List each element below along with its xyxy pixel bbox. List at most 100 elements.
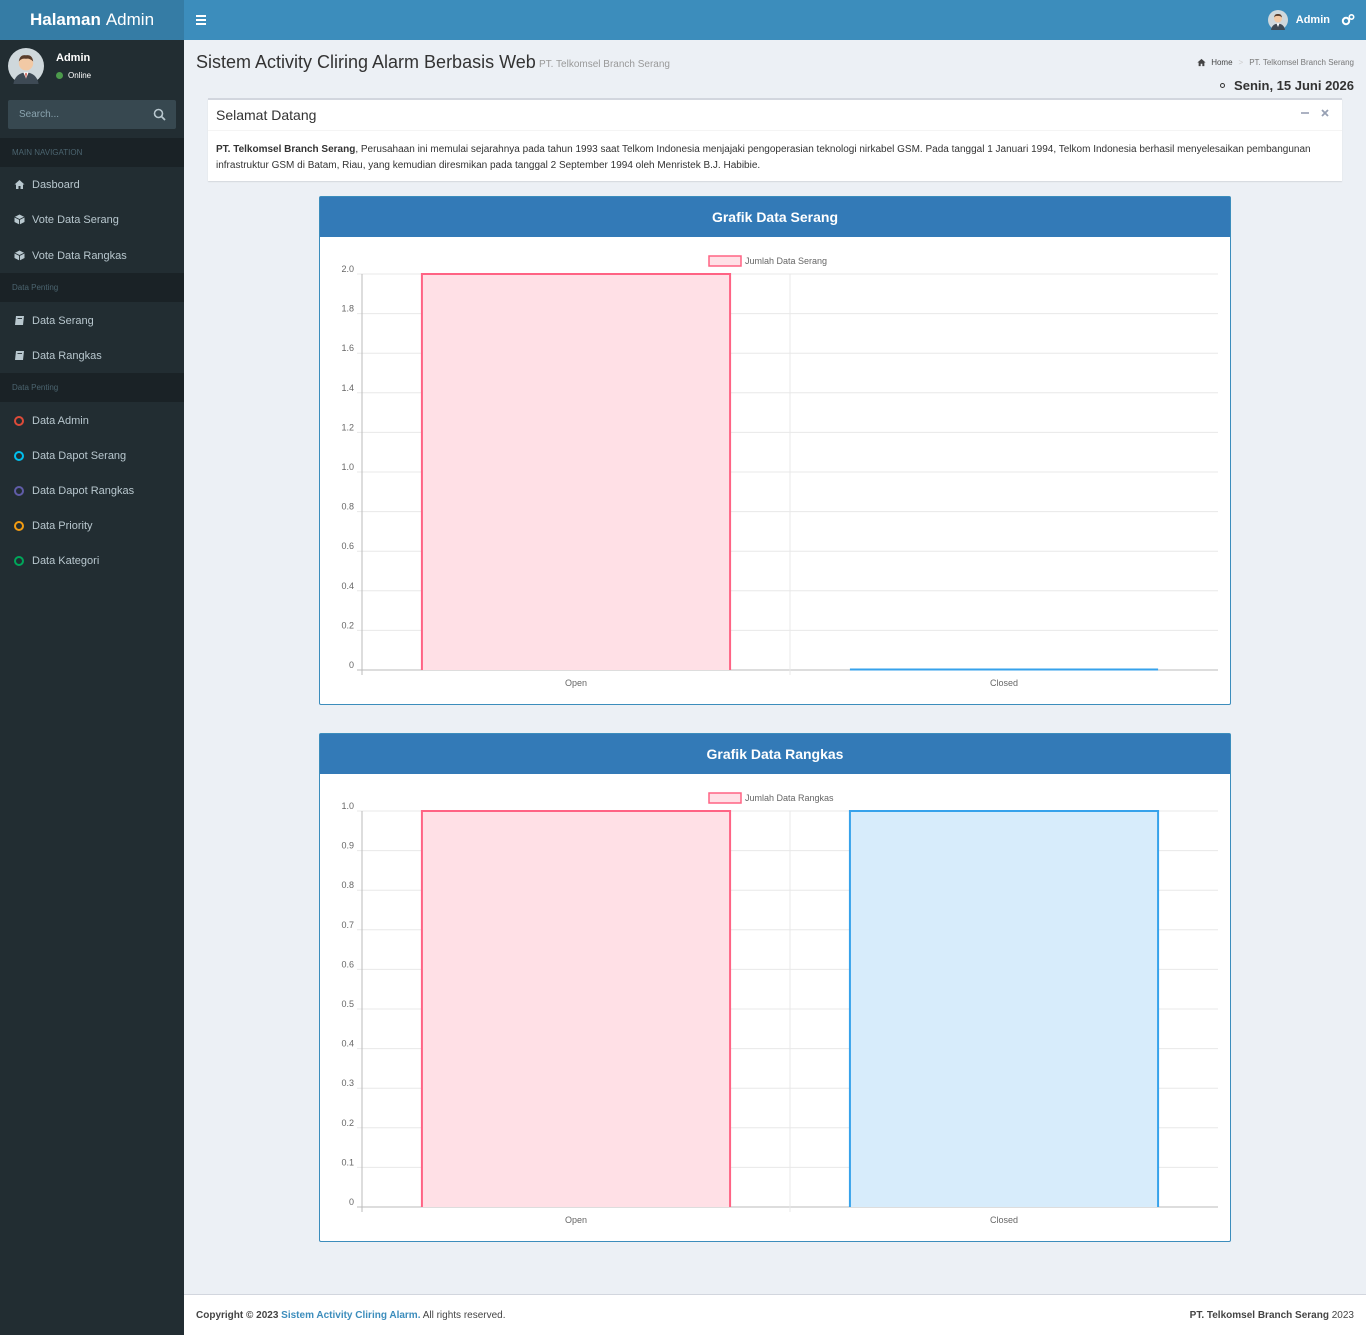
- chart-rangkas: 0 0.1 0.2 0.3 0.4 0.5 0.6 0.7 0.8 0.9 1.0 Open Close…: [341, 792, 1218, 1225]
- bar: [421, 274, 731, 670]
- box-divider: [208, 130, 1342, 131]
- sidebar-item-label: Data Dapot Rangkas: [32, 484, 135, 497]
- user-panel: Admin Online: [0, 40, 184, 95]
- logo[interactable]: Halaman Admin: [0, 0, 184, 40]
- y-tick-label: 0: [349, 1197, 354, 1207]
- sidebar-item-data-serang[interactable]: Data Serang: [0, 303, 184, 338]
- y-tick-label: 0.4: [341, 1039, 354, 1049]
- circle-bullet-icon: [1220, 83, 1226, 88]
- logo-rest: Admin: [105, 10, 155, 29]
- sidebar-item-label: Data Rangkas: [32, 349, 102, 362]
- breadcrumb-home-link[interactable]: Home: [1211, 58, 1232, 67]
- y-tick-label: 0.9: [341, 841, 354, 851]
- book-icon: [15, 351, 24, 360]
- chart-title: Grafik Data Rangkas: [320, 734, 1230, 774]
- cube-icon: [14, 250, 25, 261]
- online-dot-icon: [56, 72, 63, 79]
- legend-swatch: [708, 255, 742, 267]
- footer-right: PT. Telkomsel Branch Serang 2023: [1190, 1310, 1354, 1321]
- sidebar: Admin Online MAIN NAVIGATION Dasboard Vo…: [0, 40, 184, 1335]
- chart-serang: 0 0.2 0.4 0.6 0.8 1.0 1.2 1.4 1.6 1.8 2.0 Open Close…: [341, 255, 1218, 688]
- y-tick-label: 1.4: [341, 383, 354, 393]
- footer-rights: All rights reserved.: [422, 1310, 506, 1321]
- sidebar-item-data-dapot-serang[interactable]: Data Dapot Serang: [0, 438, 184, 473]
- page-title: Sistem Activity Cliring Alarm Berbasis W…: [196, 52, 536, 72]
- circle-icon: [14, 415, 24, 426]
- sidebar-item-label: Data Serang: [32, 314, 94, 327]
- search-input[interactable]: [8, 100, 148, 129]
- y-tick-label: 0.4: [341, 581, 354, 591]
- sidebar-item-data-admin[interactable]: Data Admin: [0, 403, 184, 438]
- top-navbar: Admin: [184, 0, 1366, 40]
- navbar-user-menu[interactable]: Admin: [1267, 0, 1330, 40]
- sidebar-search: [8, 100, 176, 129]
- y-tick-label: 0.3: [341, 1078, 354, 1088]
- y-tick-label: 0.6: [341, 959, 354, 969]
- footer-company: PT. Telkomsel Branch Serang: [1189, 1310, 1329, 1321]
- sidebar-item-label: Dasboard: [32, 178, 80, 191]
- home-icon: [14, 180, 25, 189]
- box-tools: [1290, 108, 1330, 118]
- y-tick-label: 0: [349, 660, 354, 670]
- close-icon[interactable]: [1320, 108, 1330, 118]
- sidebar-user-name: Admin: [56, 52, 91, 64]
- bar: [849, 811, 1159, 1207]
- welcome-company: PT. Telkomsel Branch Serang: [216, 144, 356, 155]
- chart-title: Grafik Data Serang: [320, 197, 1230, 237]
- sidebar-item-vote-data-rangkas[interactable]: Vote Data Rangkas: [0, 238, 184, 273]
- y-tick-label: 0.1: [341, 1157, 354, 1167]
- chart-box-rangkas: Grafik Data Rangkas 0 0.1 0.2 0.3 0.4 0.5 0.6 0…: [319, 733, 1231, 1242]
- legend-swatch: [708, 792, 742, 804]
- sidebar-section-data-penting: Data Penting: [0, 273, 184, 302]
- y-tick-label: 1.2: [341, 422, 354, 432]
- sidebar-item-data-priority[interactable]: Data Priority: [0, 508, 184, 543]
- circle-icon: [14, 555, 24, 566]
- y-tick-label: 0.5: [341, 999, 354, 1009]
- sidebar-section-main: MAIN NAVIGATION: [0, 138, 184, 167]
- sidebar-item-label: Data Priority: [32, 519, 93, 532]
- y-tick-label: 1.8: [341, 304, 354, 314]
- footer-left: Copyright © 2023 Sistem Activity Cliring…: [196, 1310, 506, 1321]
- legend-label: Jumlah Data Rangkas: [745, 793, 834, 803]
- footer-link[interactable]: Sistem Activity Cliring Alarm.: [281, 1310, 420, 1321]
- x-tick-label: Closed: [990, 678, 1018, 688]
- avatar: [8, 48, 44, 84]
- sidebar-item-dasboard[interactable]: Dasboard: [0, 167, 184, 202]
- avatar: [1267, 10, 1288, 30]
- search-icon[interactable]: [153, 108, 166, 121]
- sidebar-item-label: Vote Data Serang: [32, 213, 119, 226]
- y-tick-label: 1.0: [341, 462, 354, 472]
- sidebar-item-label: Data Admin: [32, 414, 89, 427]
- home-icon: [1197, 58, 1206, 67]
- welcome-box: Selamat Datang PT. Telkomsel Branch Sera…: [208, 98, 1342, 181]
- page-subtitle: PT. Telkomsel Branch Serang: [539, 59, 670, 70]
- minus-icon[interactable]: [1300, 108, 1310, 118]
- y-tick-label: 0.8: [341, 502, 354, 512]
- y-tick-label: 1.6: [341, 343, 354, 353]
- legend-label: Jumlah Data Serang: [745, 256, 827, 266]
- sidebar-item-label: Vote Data Rangkas: [32, 249, 127, 262]
- sidebar-toggle-icon[interactable]: [196, 13, 206, 27]
- user-status-label: Online: [68, 71, 92, 80]
- circle-icon: [14, 450, 24, 461]
- sidebar-item-data-dapot-rangkas[interactable]: Data Dapot Rangkas: [0, 473, 184, 508]
- sidebar-item-label: Data Kategori: [32, 554, 100, 567]
- sidebar-item-data-rangkas[interactable]: Data Rangkas: [0, 338, 184, 373]
- y-tick-label: 0.7: [341, 920, 354, 930]
- x-tick-label: Closed: [990, 1215, 1018, 1225]
- book-icon: [15, 316, 24, 325]
- footer: Copyright © 2023 Sistem Activity Cliring…: [184, 1294, 1366, 1335]
- gears-icon[interactable]: [1341, 13, 1355, 27]
- breadcrumb-current: PT. Telkomsel Branch Serang: [1249, 58, 1354, 67]
- footer-year: 2023: [1331, 1310, 1354, 1321]
- cube-icon: [14, 214, 25, 225]
- welcome-title: Selamat Datang: [216, 107, 317, 123]
- x-tick-label: Open: [565, 1215, 587, 1225]
- x-tick-label: Open: [565, 678, 587, 688]
- sidebar-item-vote-data-serang[interactable]: Vote Data Serang: [0, 202, 184, 237]
- current-date-label: Senin, 15 Juni 2026: [1234, 78, 1354, 93]
- y-tick-label: 0.2: [341, 1118, 354, 1128]
- sidebar-item-label: Data Dapot Serang: [32, 449, 127, 462]
- sidebar-item-data-kategori[interactable]: Data Kategori: [0, 543, 184, 578]
- circle-icon: [14, 485, 24, 496]
